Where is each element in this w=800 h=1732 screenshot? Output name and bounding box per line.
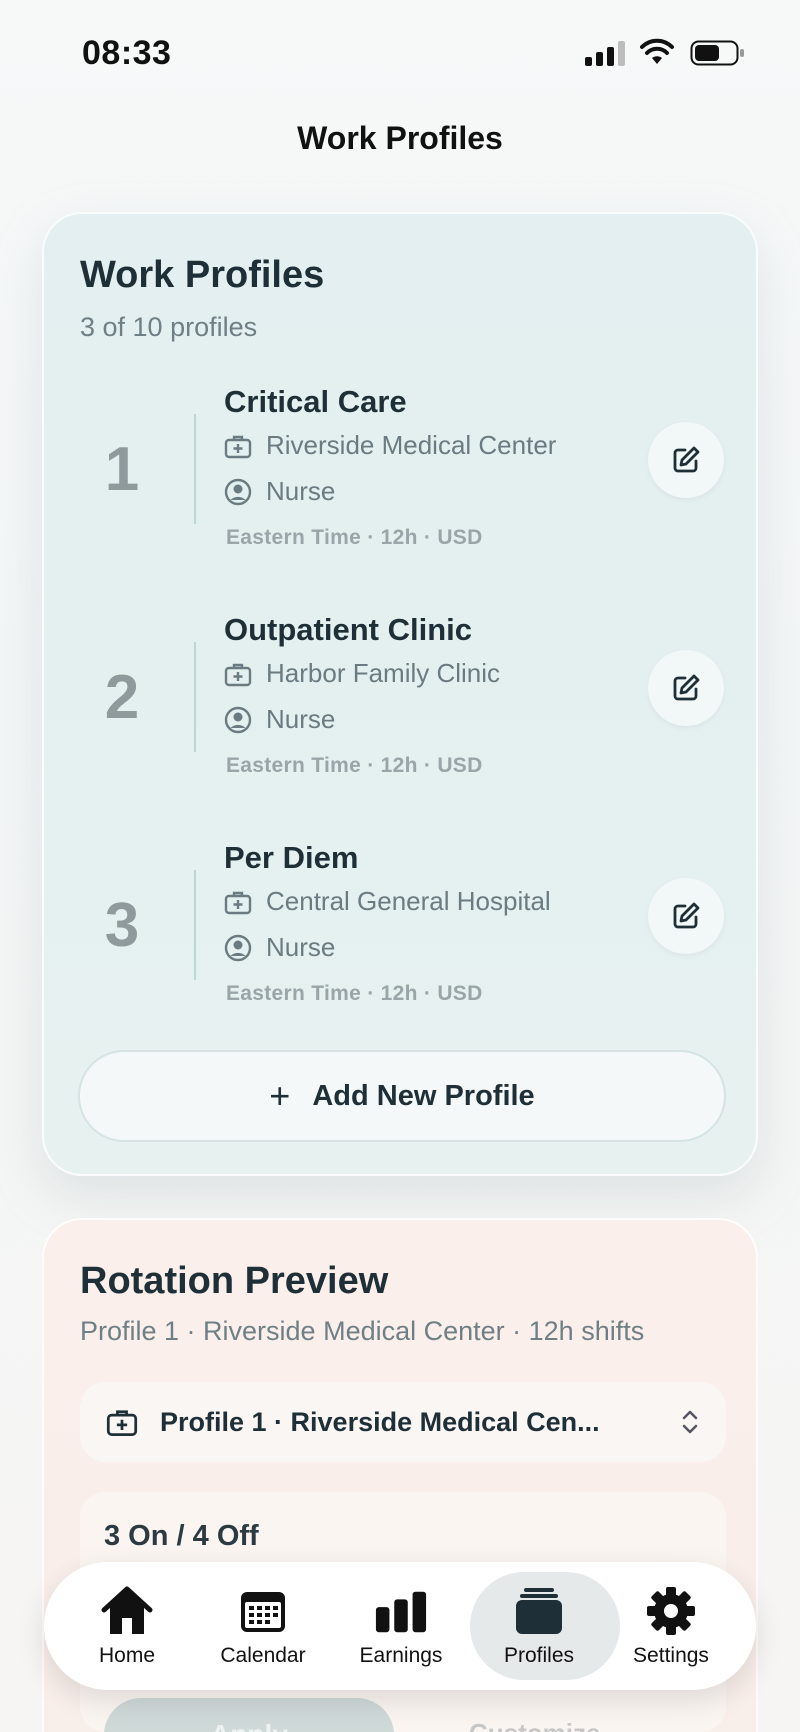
profile-name: Outpatient Clinic xyxy=(224,612,472,647)
profile-facility: Riverside Medical Center xyxy=(266,430,557,460)
work-profiles-card: Work Profiles 3 of 10 profiles 1 Critica… xyxy=(42,212,758,1176)
gear-icon xyxy=(647,1587,695,1635)
profile-row[interactable]: 3 Per Diem Central General Hospital Nurs… xyxy=(44,840,760,1030)
tab-earnings[interactable]: Earnings xyxy=(336,1562,466,1690)
user-circle-icon xyxy=(224,706,252,733)
battery-icon xyxy=(690,40,744,66)
profile-role: Nurse xyxy=(266,704,336,734)
profile-name: Per Diem xyxy=(224,840,359,875)
profile-role-line: Nurse xyxy=(224,476,335,507)
profile-number: 2 xyxy=(104,663,140,732)
user-circle-icon xyxy=(224,478,252,505)
medical-bag-icon xyxy=(224,891,252,914)
profile-role: Nurse xyxy=(266,476,336,506)
tab-home[interactable]: Home xyxy=(62,1562,192,1690)
edit-icon xyxy=(673,902,700,929)
cellular-signal-icon xyxy=(585,40,627,66)
calendar-icon xyxy=(241,1592,285,1632)
medical-bag-icon xyxy=(224,435,252,458)
rotation-subtitle: Profile 1 · Riverside Medical Center · 1… xyxy=(80,1316,645,1346)
status-time: 08:33 xyxy=(82,34,172,72)
profile-select[interactable]: Profile 1 · Riverside Medical Cen... xyxy=(80,1382,726,1462)
home-icon xyxy=(101,1586,153,1634)
apply-button[interactable]: Apply xyxy=(104,1698,394,1732)
tab-label: Earnings xyxy=(359,1644,443,1667)
profile-name: Critical Care xyxy=(224,384,407,419)
wifi-icon xyxy=(640,38,674,64)
profile-facility-line: Central General Hospital xyxy=(224,886,551,917)
rotation-pattern: 3 On / 4 Off xyxy=(104,1520,259,1552)
profile-row[interactable]: 1 Critical Care Riverside Medical Center… xyxy=(44,384,760,574)
selected-profile: Profile 1 · Riverside Medical Cen... xyxy=(160,1406,600,1437)
edit-profile-button[interactable] xyxy=(648,650,724,726)
profile-number: 1 xyxy=(104,435,140,504)
customize-button[interactable]: Customize xyxy=(469,1718,600,1732)
divider xyxy=(194,642,196,752)
profile-meta: Eastern Time · 12h · USD xyxy=(226,982,483,1005)
tab-bar: Home Calendar Earnings Profiles Settings xyxy=(44,1562,756,1690)
tab-profiles[interactable]: Profiles xyxy=(470,1562,620,1690)
profile-role-line: Nurse xyxy=(224,932,335,963)
edit-icon xyxy=(673,674,700,701)
profile-facility-line: Harbor Family Clinic xyxy=(224,658,500,689)
status-bar: 08:33 xyxy=(0,0,800,100)
medical-bag-icon xyxy=(224,663,252,686)
profiles-stack-icon xyxy=(516,1588,562,1634)
tab-calendar[interactable]: Calendar xyxy=(198,1562,328,1690)
divider xyxy=(194,870,196,980)
page-title: Work Profiles xyxy=(297,120,503,156)
medical-bag-icon xyxy=(106,1410,138,1436)
profile-facility: Central General Hospital xyxy=(266,886,551,916)
profile-count: 3 of 10 profiles xyxy=(80,312,258,342)
add-new-profile-button[interactable]: + Add New Profile xyxy=(78,1050,726,1142)
profile-meta: Eastern Time · 12h · USD xyxy=(226,526,483,549)
profile-role: Nurse xyxy=(266,932,336,962)
profile-facility-line: Riverside Medical Center xyxy=(224,430,556,461)
tab-label: Settings xyxy=(633,1644,709,1667)
profile-role-line: Nurse xyxy=(224,704,335,735)
profile-number: 3 xyxy=(104,891,140,960)
tab-label: Home xyxy=(98,1644,156,1667)
plus-icon: + xyxy=(269,1075,291,1116)
tab-label: Calendar xyxy=(220,1644,306,1667)
rotation-title: Rotation Preview xyxy=(80,1260,389,1302)
add-profile-label: Add New Profile xyxy=(312,1079,535,1112)
divider xyxy=(194,414,196,524)
profile-facility: Harbor Family Clinic xyxy=(266,658,501,688)
tab-settings[interactable]: Settings xyxy=(606,1562,736,1690)
user-circle-icon xyxy=(224,934,252,961)
bar-chart-icon xyxy=(375,1591,427,1633)
tab-label: Profiles xyxy=(503,1644,575,1667)
card-title: Work Profiles xyxy=(80,254,325,296)
edit-icon xyxy=(673,446,700,473)
edit-profile-button[interactable] xyxy=(648,422,724,498)
profile-row[interactable]: 2 Outpatient Clinic Harbor Family Clinic… xyxy=(44,612,760,802)
profile-meta: Eastern Time · 12h · USD xyxy=(226,754,483,777)
edit-profile-button[interactable] xyxy=(648,878,724,954)
chevron-up-down-icon xyxy=(682,1410,698,1434)
